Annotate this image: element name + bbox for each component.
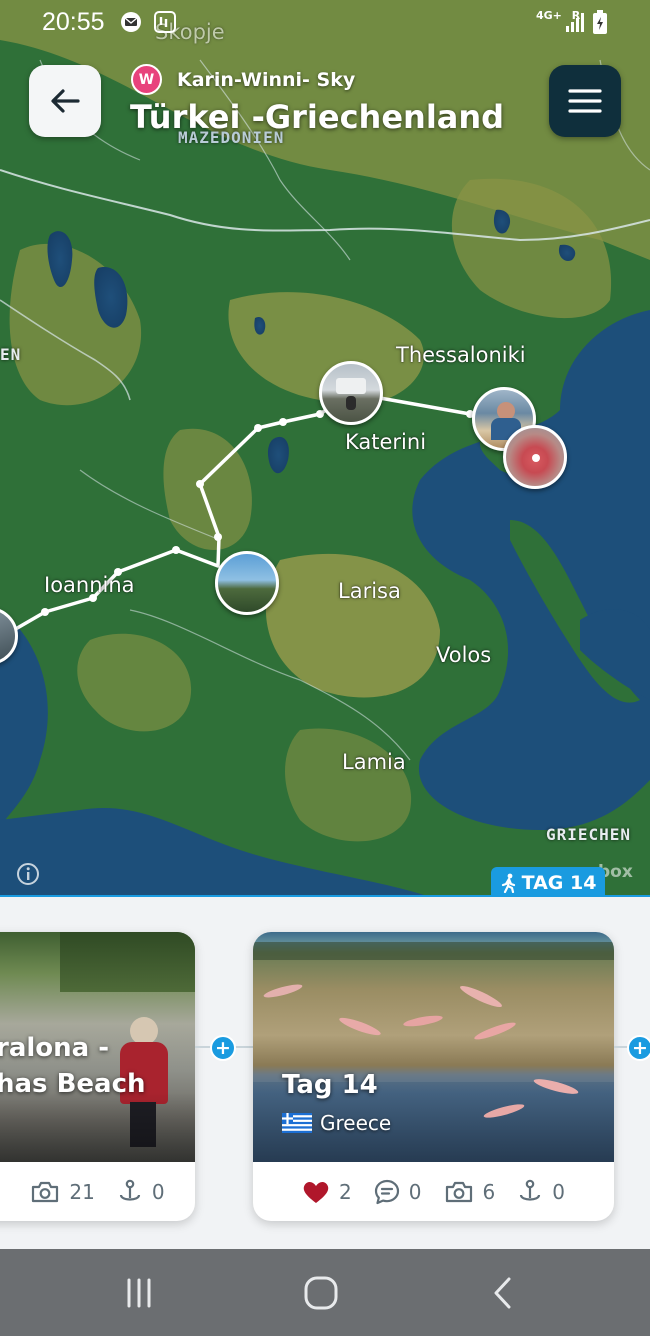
status-time: 20:55: [42, 8, 105, 36]
step-card-previous[interactable]: ralona - has Beach 21 0: [0, 932, 195, 1221]
camera-icon: [445, 1181, 472, 1202]
menu-button[interactable]: [549, 65, 621, 137]
info-icon[interactable]: [16, 862, 40, 886]
country-label-griechenland: GRIECHEN: [546, 825, 632, 844]
city-label-ioannina: Ioannina: [44, 573, 135, 597]
avatar: W: [131, 64, 162, 95]
photo-pin-current[interactable]: [503, 425, 567, 489]
city-label-volos: Volos: [436, 643, 492, 667]
hamburger-menu-icon: [568, 89, 602, 113]
footprint-count-value: 0: [552, 1179, 565, 1204]
step-stats: 2 0 6 0: [253, 1162, 614, 1221]
city-label-thessaloniki: Thessaloniki: [396, 343, 526, 367]
back-nav-button[interactable]: [481, 1271, 525, 1315]
step-cards-carousel[interactable]: ralona - has Beach 21 0 + Tag 14 Greece …: [0, 901, 650, 1249]
comment-count-value: 0: [408, 1179, 422, 1204]
photo-pin-camper[interactable]: [319, 361, 383, 425]
step-card-current[interactable]: Tag 14 Greece 2 0 6 0: [253, 932, 614, 1221]
comment-count[interactable]: 0: [374, 1179, 422, 1205]
step-country: Greece: [320, 1111, 392, 1135]
like-count[interactable]: 2: [302, 1180, 352, 1204]
walking-person-icon: [501, 873, 515, 893]
greece-flag-icon: [282, 1113, 312, 1133]
photo-count-value: 6: [482, 1179, 496, 1204]
home-button[interactable]: [299, 1271, 343, 1315]
signal-icon: [566, 13, 584, 32]
trip-author[interactable]: W Karin-Winni- Sky: [131, 64, 355, 95]
author-name: Karin-Winni- Sky: [177, 68, 356, 91]
step-title-line-2: has Beach: [0, 1069, 146, 1099]
day-badge[interactable]: TAG 14: [491, 867, 605, 897]
step-location: Greece: [282, 1111, 391, 1135]
voicemail-icon: [154, 11, 176, 33]
camera-icon: [32, 1181, 59, 1202]
mail-icon: [121, 12, 141, 32]
like-count-value: 2: [339, 1179, 352, 1204]
network-type: 4G+: [536, 9, 562, 22]
photo-count: 6: [444, 1179, 496, 1204]
status-bar: 20:55 4G+ R: [0, 0, 650, 50]
step-title-line-1: ralona -: [0, 1033, 110, 1063]
day-badge-label: TAG 14: [521, 872, 597, 894]
photo-count-value: 21: [69, 1179, 95, 1204]
trip-title: Türkei -Griechenland: [130, 98, 505, 136]
arrow-left-icon: [51, 89, 80, 113]
city-label-katerini: Katerini: [345, 430, 427, 454]
footprint-pin-icon: [119, 1179, 140, 1201]
system-navigation-bar: [0, 1249, 650, 1336]
back-button[interactable]: [29, 65, 101, 137]
add-step-button[interactable]: +: [210, 1035, 236, 1061]
comment-icon: [374, 1179, 399, 1204]
step-stats: 21 0: [0, 1162, 195, 1221]
photo-count: 21: [30, 1179, 95, 1204]
add-step-button[interactable]: +: [627, 1035, 650, 1061]
footprint-count: 0: [117, 1179, 165, 1205]
country-label-partial: EN: [0, 345, 22, 364]
home-icon: [304, 1276, 338, 1310]
step-title: ralona - has Beach: [0, 1030, 146, 1102]
timeline-bar: [0, 895, 650, 897]
recent-apps-button[interactable]: [117, 1271, 161, 1315]
footprint-count-value: 0: [151, 1179, 165, 1204]
photo-pin-mountains[interactable]: [215, 551, 279, 615]
trip-map[interactable]: Skopje MAZEDONIEN EN Thessaloniki Kateri…: [0, 0, 650, 897]
recent-apps-icon: [127, 1278, 151, 1308]
step-title: Tag 14: [282, 1070, 378, 1100]
footprint-pin-icon: [520, 1179, 541, 1201]
city-label-lamia: Lamia: [342, 750, 406, 774]
city-label-larisa: Larisa: [338, 579, 401, 603]
battery-charging-icon: [593, 10, 607, 34]
footprint-count: 0: [517, 1179, 565, 1205]
heart-icon: [303, 1181, 329, 1203]
back-nav-icon: [494, 1277, 511, 1309]
